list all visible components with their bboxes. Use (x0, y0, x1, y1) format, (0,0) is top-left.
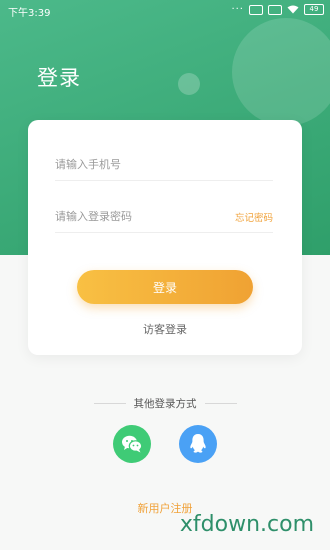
divider-line-left (93, 402, 126, 404)
status-icons: ··· 49 (231, 4, 324, 15)
decorative-circle-small (178, 73, 200, 95)
qq-login-button[interactable] (179, 425, 217, 463)
guest-login-link[interactable]: 访客登录 (28, 321, 302, 337)
status-bar: 下午3:39 ··· 49 (0, 0, 330, 20)
wifi-icon (287, 5, 299, 14)
status-time: 下午3:39 (8, 8, 51, 19)
divider-line-right (204, 402, 237, 404)
other-login-label: 其他登录方式 (133, 397, 197, 410)
forgot-password-link[interactable]: 忘记密码 (235, 210, 273, 224)
password-input[interactable] (55, 202, 215, 230)
more-dots-icon: ··· (231, 4, 244, 15)
phone-input[interactable] (55, 150, 215, 178)
wechat-login-button[interactable] (113, 425, 151, 463)
decorative-circle-large (232, 18, 330, 126)
password-field: 忘记密码 (55, 202, 273, 233)
wechat-icon (122, 435, 143, 453)
login-card: 忘记密码 登录 访客登录 (28, 120, 302, 355)
battery-icon: 49 (304, 4, 324, 15)
phone-field (55, 150, 273, 181)
login-button[interactable]: 登录 (77, 270, 253, 304)
qq-icon (190, 434, 206, 453)
watermark: xfdown.com (179, 512, 314, 537)
page-title: 登录 (37, 66, 81, 90)
notification-icon (249, 4, 263, 15)
sim-icon (268, 4, 282, 15)
other-login-divider: 其他登录方式 (0, 395, 330, 411)
